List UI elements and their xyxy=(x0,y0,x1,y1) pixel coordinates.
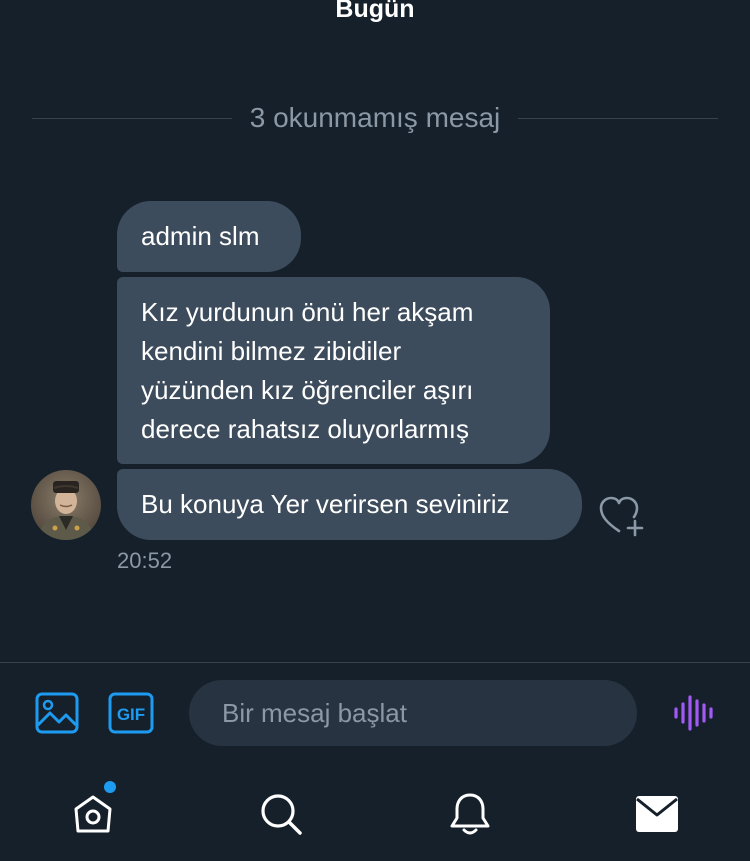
unread-divider: 3 okunmamış mesaj xyxy=(32,96,719,140)
voice-waveform-icon[interactable] xyxy=(673,693,715,733)
heart-plus-icon[interactable] xyxy=(598,494,650,538)
home-icon[interactable] xyxy=(69,790,117,838)
search-icon[interactable] xyxy=(257,790,305,838)
mail-icon[interactable] xyxy=(633,790,681,838)
message-input[interactable] xyxy=(189,680,637,746)
divider-line-left xyxy=(32,117,232,119)
divider-line-right xyxy=(518,117,719,119)
gif-label: GIF xyxy=(117,705,145,724)
notification-dot xyxy=(104,781,116,793)
message-bubble[interactable]: Kız yurdunun önü her akşam kendini bilme… xyxy=(117,277,550,464)
unread-divider-label: 3 okunmamış mesaj xyxy=(249,102,501,133)
bell-icon[interactable] xyxy=(446,790,494,838)
image-icon[interactable] xyxy=(35,692,79,734)
message-timestamp: 20:52 xyxy=(117,548,173,573)
day-label: Bugün xyxy=(335,0,415,23)
message-bubble[interactable]: Bu konuya Yer verirsen seviniriz xyxy=(117,469,582,540)
sender-avatar[interactable] xyxy=(31,470,101,540)
message-bubble[interactable]: admin slm xyxy=(117,201,301,272)
composer-divider xyxy=(0,662,750,663)
gif-button[interactable]: GIF xyxy=(108,692,154,734)
